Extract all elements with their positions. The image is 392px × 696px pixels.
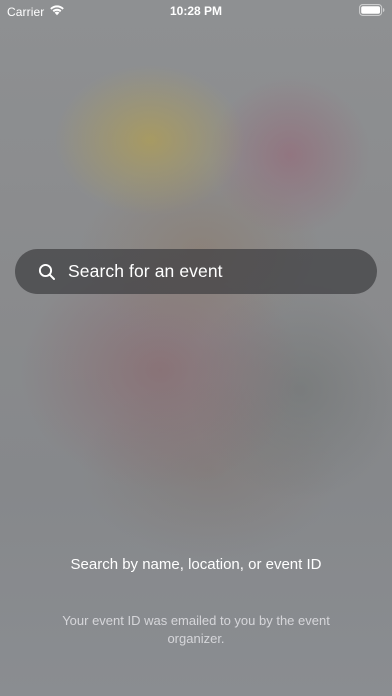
status-right (359, 4, 385, 19)
status-time: 10:28 PM (169, 4, 223, 18)
blurred-background (0, 0, 392, 696)
battery-icon (359, 4, 385, 19)
search-input[interactable]: Search for an event (68, 261, 223, 282)
search-icon (38, 263, 56, 281)
help-subtitle: Your event ID was emailed to you by the … (62, 613, 330, 646)
help-title: Search by name, location, or event ID (70, 556, 322, 573)
status-bar: Carrier 10:28 PM (0, 0, 392, 22)
search-bar[interactable]: Search for an event (15, 249, 377, 294)
